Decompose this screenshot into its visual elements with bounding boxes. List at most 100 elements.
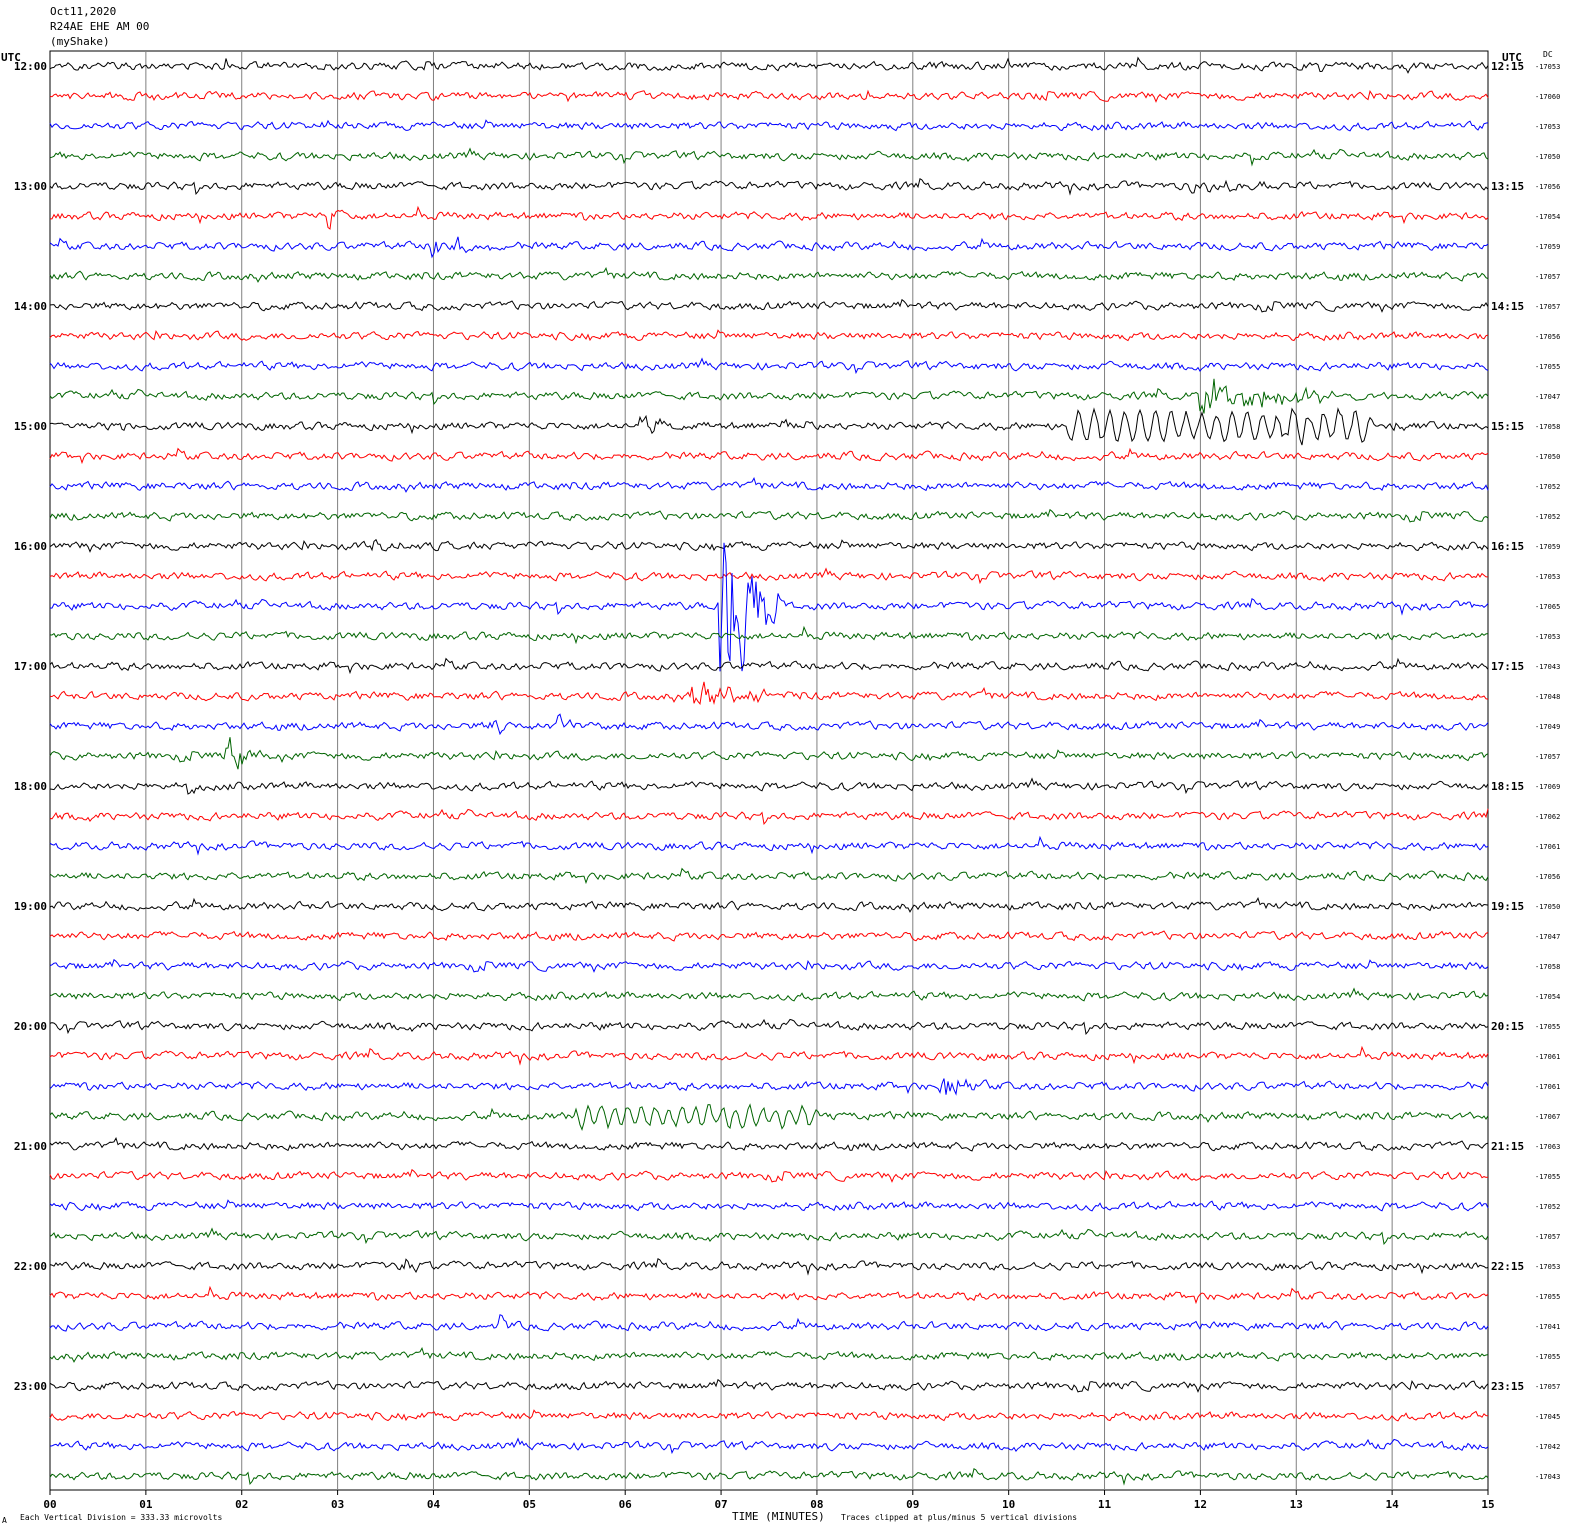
hour-label-left: 21:00 — [14, 1140, 47, 1153]
dc-offset-label: -17055 — [1535, 1023, 1560, 1031]
dc-offset-label: -17052 — [1535, 513, 1560, 521]
seismic-trace — [49, 930, 1489, 942]
dc-offset-label: -17069 — [1535, 783, 1560, 791]
dc-offset-label: -17047 — [1535, 933, 1560, 941]
seismic-trace — [49, 508, 1489, 523]
hour-label-right: 20:15 — [1491, 1020, 1524, 1033]
dc-offset-label: -17050 — [1535, 903, 1560, 911]
seismic-trace — [49, 777, 1489, 795]
seismic-trace — [49, 236, 1489, 259]
dc-offset-label: -17057 — [1535, 1233, 1560, 1241]
dc-offset-label: -17056 — [1535, 333, 1560, 341]
seismic-trace — [49, 987, 1489, 1002]
hour-label-right: 21:15 — [1491, 1140, 1524, 1153]
hour-label-left: 15:00 — [14, 420, 47, 433]
dc-offset-label: -17045 — [1535, 1413, 1560, 1421]
seismic-trace — [49, 1378, 1489, 1393]
seismic-trace — [49, 1018, 1489, 1036]
dc-offset-label: -17057 — [1535, 273, 1560, 281]
dc-offset-label: -17053 — [1535, 63, 1560, 71]
seismic-trace — [49, 713, 1489, 736]
dc-offset-label: -17059 — [1535, 543, 1560, 551]
hour-label-left: 22:00 — [14, 1260, 47, 1273]
dc-label: DC — [1543, 50, 1553, 59]
dc-offset-label: -17053 — [1535, 1263, 1560, 1271]
hour-label-left: 17:00 — [14, 660, 47, 673]
hour-label-right: 15:15 — [1491, 420, 1524, 433]
seismic-trace — [49, 407, 1489, 446]
hour-label-right: 18:15 — [1491, 780, 1524, 793]
vertical-division-note: Each Vertical Division = 333.33 microvol… — [20, 1513, 223, 1522]
dc-offset-label: -17048 — [1535, 693, 1560, 701]
hour-label-left: 16:00 — [14, 540, 47, 553]
hour-label-left: 19:00 — [14, 900, 47, 913]
dc-offset-label: -17054 — [1535, 993, 1560, 1001]
dc-offset-label: -17065 — [1535, 603, 1560, 611]
helicorder-plot: 00 01 02 03 04 05 06 07 08 09 10 11 12 13 14 15UTC UTC DC… — [1, 50, 1560, 1511]
seismic-trace — [49, 329, 1489, 342]
dc-offset-label: -17052 — [1535, 483, 1560, 491]
seismic-trace — [50, 205, 1489, 230]
dc-offset-label: -17055 — [1535, 363, 1560, 371]
seismic-trace — [49, 1103, 1489, 1132]
dc-offset-label: -17053 — [1535, 633, 1560, 641]
seismic-trace — [49, 538, 1489, 553]
seismic-trace — [49, 1227, 1489, 1246]
dc-offset-label: -17056 — [1535, 183, 1560, 191]
hour-label-right: 16:15 — [1491, 540, 1524, 553]
hour-label-right: 14:15 — [1491, 300, 1524, 313]
dc-offset-label: -17061 — [1535, 843, 1560, 851]
seismic-trace — [49, 542, 1489, 672]
seismic-trace — [49, 1045, 1489, 1066]
dc-offset-label: -17055 — [1535, 1173, 1560, 1181]
dc-offset-label: -17061 — [1535, 1083, 1560, 1091]
dc-offset-label: -17057 — [1535, 753, 1560, 761]
x-tick-label: 00 — [43, 1498, 56, 1511]
dc-offset-label: -17041 — [1535, 1323, 1560, 1331]
seismic-trace — [49, 89, 1489, 103]
seismic-trace — [49, 737, 1489, 770]
dc-offset-label: -17049 — [1535, 723, 1560, 731]
seismic-trace — [49, 1078, 1489, 1096]
dc-offset-label: -17058 — [1535, 423, 1560, 431]
seismic-trace — [49, 1168, 1489, 1183]
dc-offset-label: -17054 — [1535, 213, 1560, 221]
seismic-trace — [49, 56, 1489, 74]
x-tick-label: 11 — [1098, 1498, 1112, 1511]
x-tick-label: 05 — [523, 1498, 536, 1511]
hour-label-right: 22:15 — [1491, 1260, 1524, 1273]
dc-offset-label: -17060 — [1535, 93, 1560, 101]
hour-label-right: 19:15 — [1491, 900, 1524, 913]
seismic-trace — [49, 298, 1489, 313]
x-tick-label: 07 — [714, 1498, 727, 1511]
hour-label-left: 20:00 — [14, 1020, 47, 1033]
x-axis-title: TIME (MINUTES) — [732, 1510, 825, 1523]
dc-offset-label: -17042 — [1535, 1443, 1560, 1451]
seismic-trace — [49, 835, 1489, 856]
seismic-trace — [49, 1468, 1489, 1486]
hour-label-right: 13:15 — [1491, 180, 1524, 193]
hour-label-left: 13:00 — [14, 180, 47, 193]
dc-offset-label: -17062 — [1535, 813, 1560, 821]
seismic-trace — [49, 1346, 1489, 1363]
dc-offset-label: -17047 — [1535, 393, 1560, 401]
seismic-trace — [49, 1258, 1489, 1276]
seismic-trace — [49, 896, 1489, 913]
seismic-trace — [49, 476, 1489, 493]
x-tick-label: 03 — [331, 1498, 344, 1511]
hour-label-right: 23:15 — [1491, 1380, 1524, 1393]
clip-note: Traces clipped at plus/minus 5 vertical … — [841, 1513, 1078, 1522]
dc-offset-label: -17063 — [1535, 1143, 1560, 1151]
dc-offset-label: -17058 — [1535, 963, 1560, 971]
dc-offset-label: -17050 — [1535, 453, 1560, 461]
dc-offset-label: -17057 — [1535, 303, 1560, 311]
dc-offset-label: -17061 — [1535, 1053, 1560, 1061]
corner-mark: A — [2, 1516, 7, 1525]
seismic-trace — [49, 1409, 1489, 1422]
seismic-trace — [49, 681, 1489, 705]
seismic-trace — [49, 1199, 1489, 1212]
hour-label-left: 12:00 — [14, 60, 47, 73]
seismic-trace — [49, 1314, 1489, 1332]
x-tick-label: 09 — [906, 1498, 919, 1511]
seismic-trace — [49, 266, 1489, 283]
